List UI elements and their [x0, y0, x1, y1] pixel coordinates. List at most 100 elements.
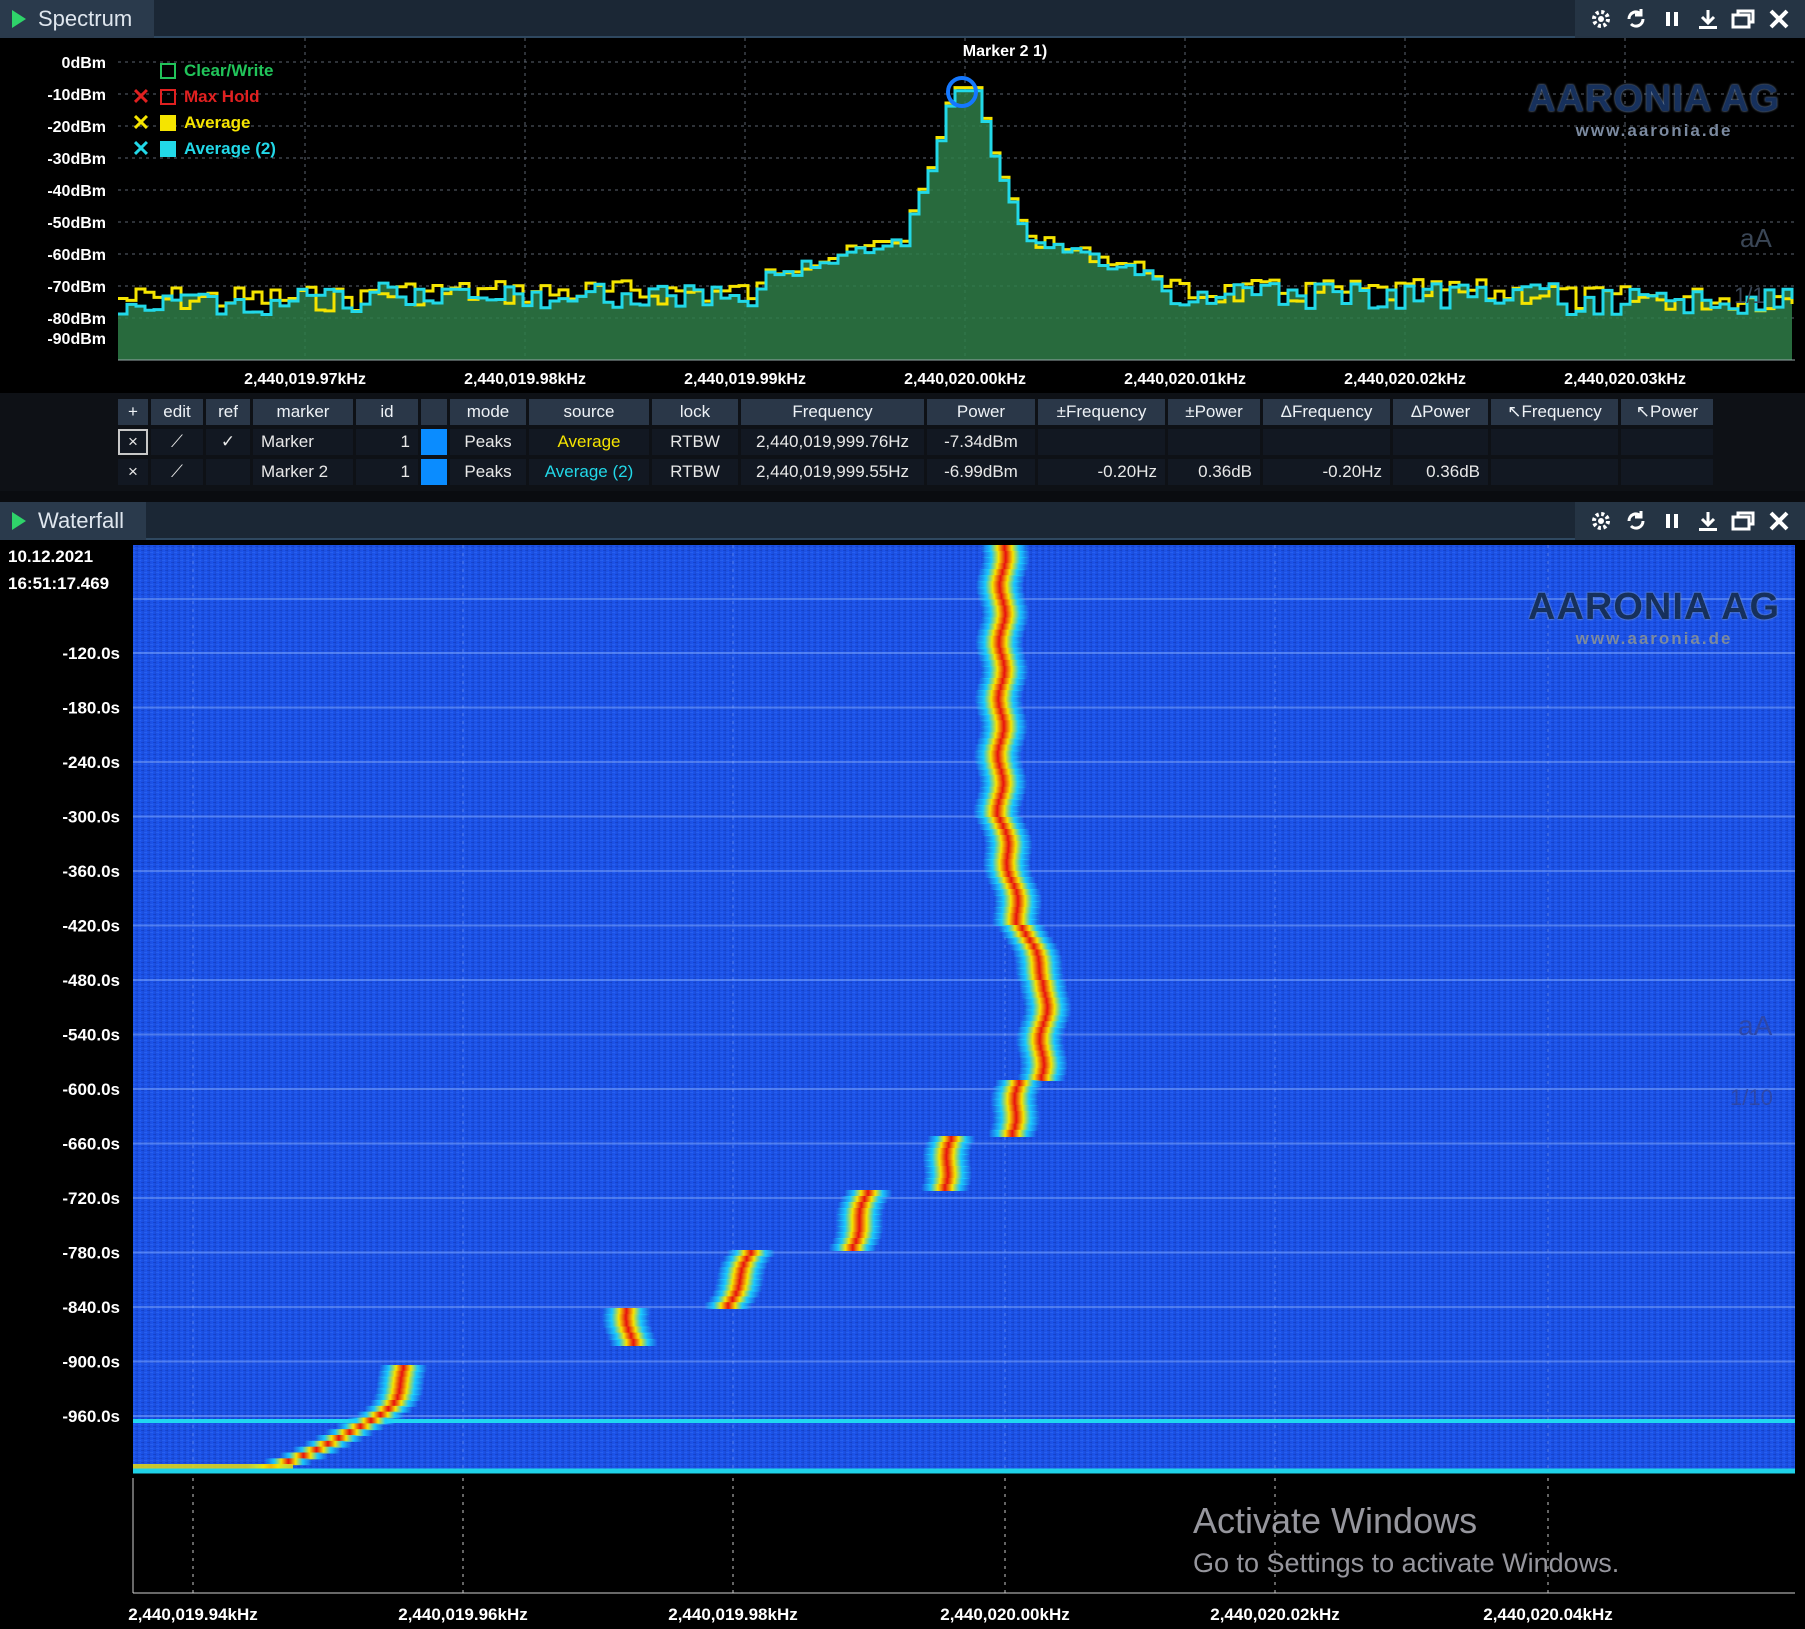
ref-check-icon[interactable]: ✓: [206, 429, 250, 455]
pause-icon[interactable]: [1658, 507, 1686, 535]
waterfall-chart[interactable]: -120.0s -180.0s -240.0s -300.0s -360.0s -420.…: [0, 540, 1805, 1629]
signal-segment: [988, 1129, 1037, 1137]
max-hold-x-icon[interactable]: ✕: [130, 84, 152, 110]
signal-segment: [835, 1214, 884, 1221]
signal-segment: [981, 551, 1030, 559]
close-icon[interactable]: [1765, 507, 1793, 535]
sync-icon[interactable]: [1622, 5, 1650, 33]
edit-icon[interactable]: ⟋: [151, 459, 203, 485]
signal-segment: [364, 1405, 413, 1413]
signal-segment: [303, 1440, 352, 1448]
average-x-icon[interactable]: ✕: [130, 110, 152, 136]
marker-color-swatch[interactable]: [421, 429, 447, 455]
spectrum-tab[interactable]: Spectrum: [0, 0, 155, 38]
delete-marker-button[interactable]: ×: [118, 429, 148, 455]
waterfall-header: Waterfall: [0, 502, 1805, 540]
time-tick-label: -120.0s: [62, 644, 120, 663]
pause-icon[interactable]: [1658, 5, 1686, 33]
waterfall-toolbar: [1575, 502, 1805, 540]
x-tick-label: 2,440,019.99kHz: [684, 371, 806, 388]
signal-segment: [979, 599, 1028, 607]
marker-mode[interactable]: Peaks: [450, 429, 526, 455]
marker-delta-frequency: -0.20Hz: [1263, 459, 1390, 485]
x-tick-label: 2,440,020.00kHz: [904, 371, 1026, 388]
signal-segment: [977, 593, 1026, 601]
marker-id[interactable]: 1: [356, 459, 418, 485]
scale-tool-icon[interactable]: 1/1: [1734, 283, 1765, 309]
signal-segment: [336, 1423, 385, 1431]
signal-segment: [704, 1302, 753, 1309]
marker-mode[interactable]: Peaks: [450, 459, 526, 485]
marker-name[interactable]: Marker 2: [253, 459, 353, 485]
legend-average[interactable]: ✕ Average: [130, 110, 276, 136]
gear-icon[interactable]: [1587, 507, 1615, 535]
marker-pm-frequency: [1038, 429, 1165, 455]
activate-windows-title: Activate Windows: [1193, 1500, 1478, 1541]
signal-segment: [279, 1452, 328, 1460]
x-tick-label: 2,440,019.97kHz: [244, 371, 366, 388]
marker-source[interactable]: Average (2): [529, 459, 649, 485]
col-delta-power: ΔPower: [1393, 399, 1488, 425]
delete-marker-button[interactable]: ×: [118, 459, 148, 485]
add-marker-button[interactable]: +: [118, 399, 148, 425]
time-tick-label: -600.0s: [62, 1080, 120, 1099]
font-size-tool-icon[interactable]: aA: [1738, 1010, 1772, 1042]
col-pm-power: ±Power: [1168, 399, 1260, 425]
font-size-tool-icon[interactable]: aA: [1740, 223, 1772, 254]
marker-name[interactable]: Marker: [253, 429, 353, 455]
average-swatch: [160, 115, 176, 131]
spectrum-plot[interactable]: Marker 2 1) 0dBm -10dBm -20dBm -30dBm -40dBm…: [0, 38, 1805, 393]
marker-2-row[interactable]: × ⟋ Marker 2 1 Peaks Average (2) RTBW 2,…: [118, 459, 1713, 485]
legend-clear-write[interactable]: Clear/Write: [130, 58, 276, 84]
play-icon[interactable]: [12, 10, 26, 28]
signal-segment: [606, 1332, 655, 1340]
signal-segment: [974, 744, 1023, 752]
marker-lock[interactable]: RTBW: [652, 429, 738, 455]
gear-icon[interactable]: [1587, 5, 1615, 33]
signal-segment: [982, 859, 1031, 866]
logo-text: AARONIA AG: [1528, 78, 1781, 120]
marker-row[interactable]: × ⟋ ✓ Marker 1 Peaks Average RTBW 2,440,…: [118, 429, 1713, 455]
restore-window-icon[interactable]: [1729, 507, 1757, 535]
marker-id[interactable]: 1: [356, 429, 418, 455]
waterfall-tab[interactable]: Waterfall: [0, 502, 146, 540]
average-2-x-icon[interactable]: ✕: [130, 136, 152, 162]
x-tick-label: 2,440,019.98kHz: [464, 371, 586, 388]
col-id: id: [356, 399, 418, 425]
col-pm-frequency: ±Frequency: [1038, 399, 1165, 425]
waterfall-plot[interactable]: -120.0s -180.0s -240.0s -300.0s -360.0s -420.…: [0, 540, 1805, 1629]
y-tick-label: -20dBm: [47, 119, 106, 136]
y-tick-label: -90dBm: [47, 331, 106, 348]
marker-ref-frequency: [1491, 429, 1618, 455]
marker-color-swatch[interactable]: [421, 459, 447, 485]
marker-lock[interactable]: RTBW: [652, 459, 738, 485]
signal-segment: [984, 841, 1033, 848]
legend-label: Average (2): [184, 139, 276, 158]
close-icon[interactable]: [1765, 5, 1793, 33]
download-icon[interactable]: [1694, 5, 1722, 33]
signal-segment: [1015, 967, 1064, 975]
legend-average-2[interactable]: ✕ Average (2): [130, 136, 276, 162]
y-tick-label: -80dBm: [47, 311, 106, 328]
signal-segment: [993, 907, 1042, 914]
download-icon[interactable]: [1694, 507, 1722, 535]
signal-segment: [992, 919, 1041, 926]
col-mode: mode: [450, 399, 526, 425]
time-tick-label: -540.0s: [62, 1026, 120, 1045]
restore-window-icon[interactable]: [1729, 5, 1757, 33]
legend-max-hold[interactable]: ✕ Max Hold: [130, 84, 276, 110]
marker-source[interactable]: Average: [529, 429, 649, 455]
signal-segment: [973, 804, 1022, 812]
sync-icon[interactable]: [1622, 507, 1650, 535]
play-icon[interactable]: [12, 512, 26, 530]
signal-segment: [715, 1279, 764, 1286]
signal-segment: [922, 1154, 971, 1161]
signal-segment: [1021, 991, 1070, 999]
signal-segment: [974, 798, 1023, 806]
logo-url: www.aaronia.de: [1575, 121, 1733, 140]
marker-delta-frequency: [1263, 429, 1390, 455]
edit-icon[interactable]: ⟋: [151, 429, 203, 455]
signal-segment: [978, 786, 1027, 794]
scale-tool-icon[interactable]: 1/10: [1730, 1085, 1773, 1111]
ref-check-icon[interactable]: [206, 459, 250, 485]
